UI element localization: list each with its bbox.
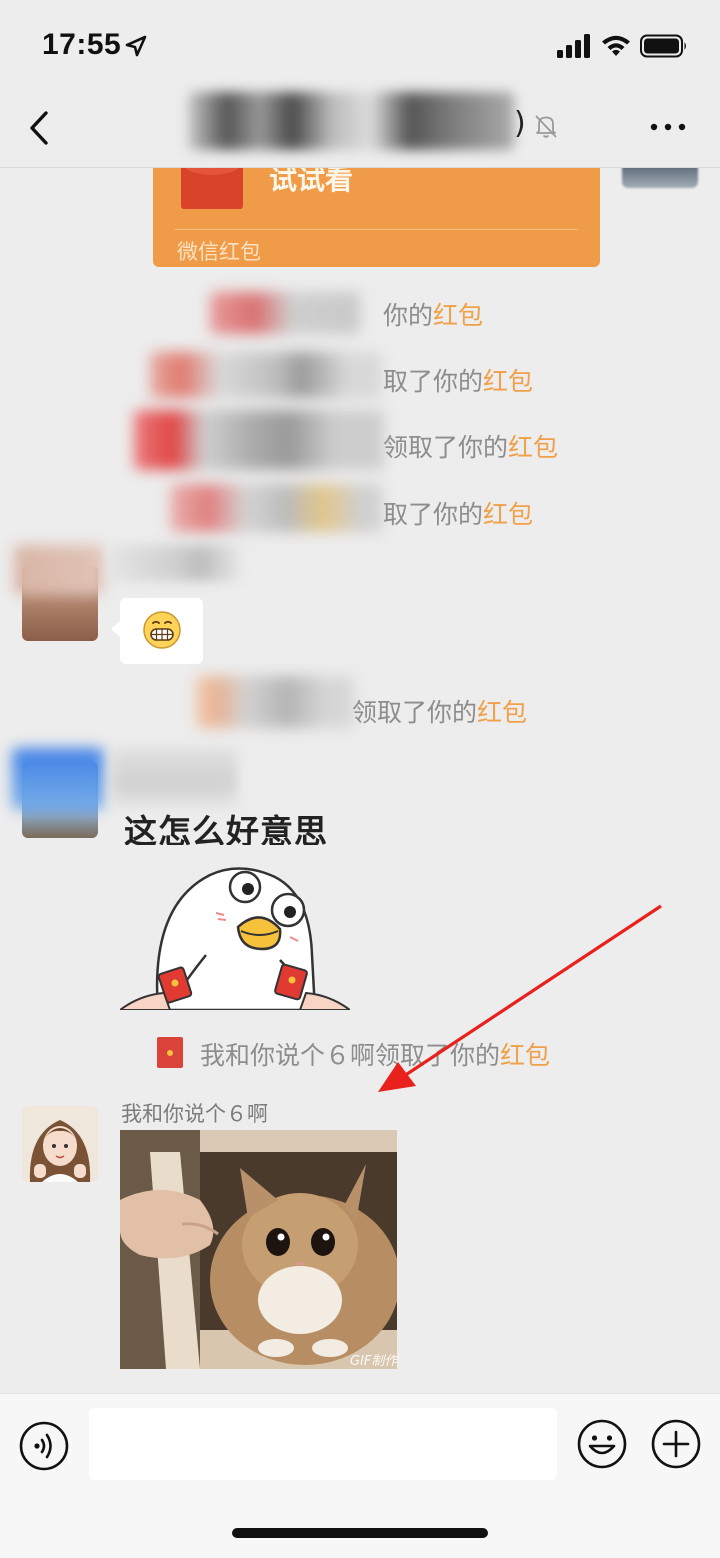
nav-bar: ) — [0, 90, 720, 168]
emoji-icon[interactable] — [576, 1418, 628, 1470]
wifi-icon — [602, 35, 630, 56]
system-message: 取了你的红包 — [383, 367, 534, 396]
battery-icon — [640, 34, 686, 58]
back-icon[interactable] — [22, 108, 58, 148]
sender-avatar[interactable] — [22, 1106, 98, 1182]
system-message: 我和你说个６啊领取了你的红包 — [200, 1041, 551, 1070]
input-bar — [0, 1393, 720, 1558]
blurred-name — [170, 484, 382, 532]
chat-screen: 17:55 试试看 微信红包 ) 你的红包 取了你的红包 领取了你的红包 取了你… — [0, 0, 720, 1558]
sender-name-blurred — [110, 545, 240, 581]
message-input[interactable] — [89, 1408, 557, 1480]
chat-title-blurred — [188, 92, 514, 150]
more-icon[interactable] — [648, 114, 688, 140]
system-message: 取了你的红包 — [383, 500, 534, 529]
girl-avatar-illustration — [22, 1106, 98, 1182]
blurred-name — [134, 410, 384, 470]
voice-input-icon[interactable] — [18, 1420, 70, 1472]
home-indicator — [232, 1528, 488, 1538]
system-message: 你的红包 — [383, 301, 484, 330]
sender-name-blurred — [112, 748, 237, 808]
duck-sticker[interactable]: 这怎么好意思 — [120, 805, 350, 1010]
chat-title-suffix: ) — [514, 106, 526, 141]
red-packet-footer: 微信红包 — [177, 240, 261, 264]
cat-gif-image[interactable] — [120, 1130, 397, 1369]
gif-watermark: GIF制作 — [350, 1354, 398, 1369]
sender-name: 我和你说个６啊 — [121, 1102, 268, 1126]
system-message: 领取了你的红包 — [383, 433, 559, 462]
blurred-avatar-top — [12, 748, 104, 810]
red-packet-divider — [175, 229, 578, 230]
mute-bell-icon — [535, 115, 557, 138]
cellular-signal-icon — [557, 34, 590, 58]
cat-illustration — [120, 1130, 397, 1369]
blurred-name — [210, 292, 360, 334]
blurred-avatar-top — [14, 545, 104, 595]
blurred-name — [196, 676, 354, 728]
grinning-face-icon — [143, 611, 181, 649]
duck-illustration — [120, 845, 350, 1010]
red-packet-small-icon — [157, 1037, 183, 1068]
location-arrow-icon — [125, 35, 147, 57]
system-message: 领取了你的红包 — [352, 698, 528, 727]
status-bar: 17:55 — [0, 0, 720, 90]
emoji-message-bubble[interactable] — [111, 598, 203, 664]
status-time: 17:55 — [42, 28, 122, 61]
plus-icon[interactable] — [650, 1418, 702, 1470]
blurred-name — [150, 352, 382, 398]
